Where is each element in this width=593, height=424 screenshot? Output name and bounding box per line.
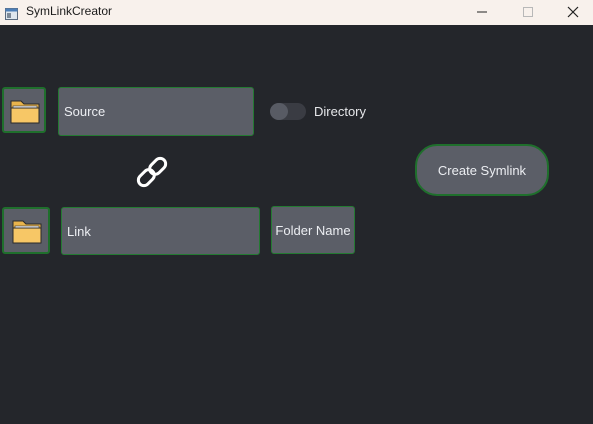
maximize-button[interactable] — [505, 0, 551, 25]
maximize-icon — [523, 7, 533, 17]
main-panel: Source Directory Create Symlink Link Fol… — [0, 25, 593, 424]
folder-icon — [10, 100, 40, 124]
folder-name-label: Folder Name — [275, 222, 351, 238]
chain-link-icon — [136, 156, 168, 188]
create-symlink-label: Create Symlink — [437, 162, 527, 178]
folder-name-button[interactable]: Folder Name — [271, 206, 355, 254]
window-title: SymLinkCreator — [26, 4, 113, 18]
directory-toggle[interactable] — [270, 103, 306, 120]
create-symlink-button[interactable]: Create Symlink — [415, 144, 549, 196]
minimize-icon — [477, 11, 487, 13]
link-path-input[interactable]: Link — [61, 207, 260, 255]
browse-link-button[interactable] — [2, 207, 50, 254]
toggle-knob — [270, 103, 288, 120]
browse-source-button[interactable] — [2, 87, 46, 133]
window-app-icon — [5, 5, 18, 20]
close-button[interactable] — [550, 0, 593, 25]
folder-icon — [12, 220, 42, 244]
source-path-input[interactable]: Source — [58, 87, 254, 136]
link-placeholder: Link — [67, 223, 91, 239]
close-icon — [567, 6, 579, 18]
directory-toggle-label: Directory — [314, 104, 367, 119]
source-placeholder: Source — [64, 104, 106, 119]
minimize-button[interactable] — [459, 0, 505, 25]
title-bar[interactable]: SymLinkCreator — [0, 0, 593, 25]
